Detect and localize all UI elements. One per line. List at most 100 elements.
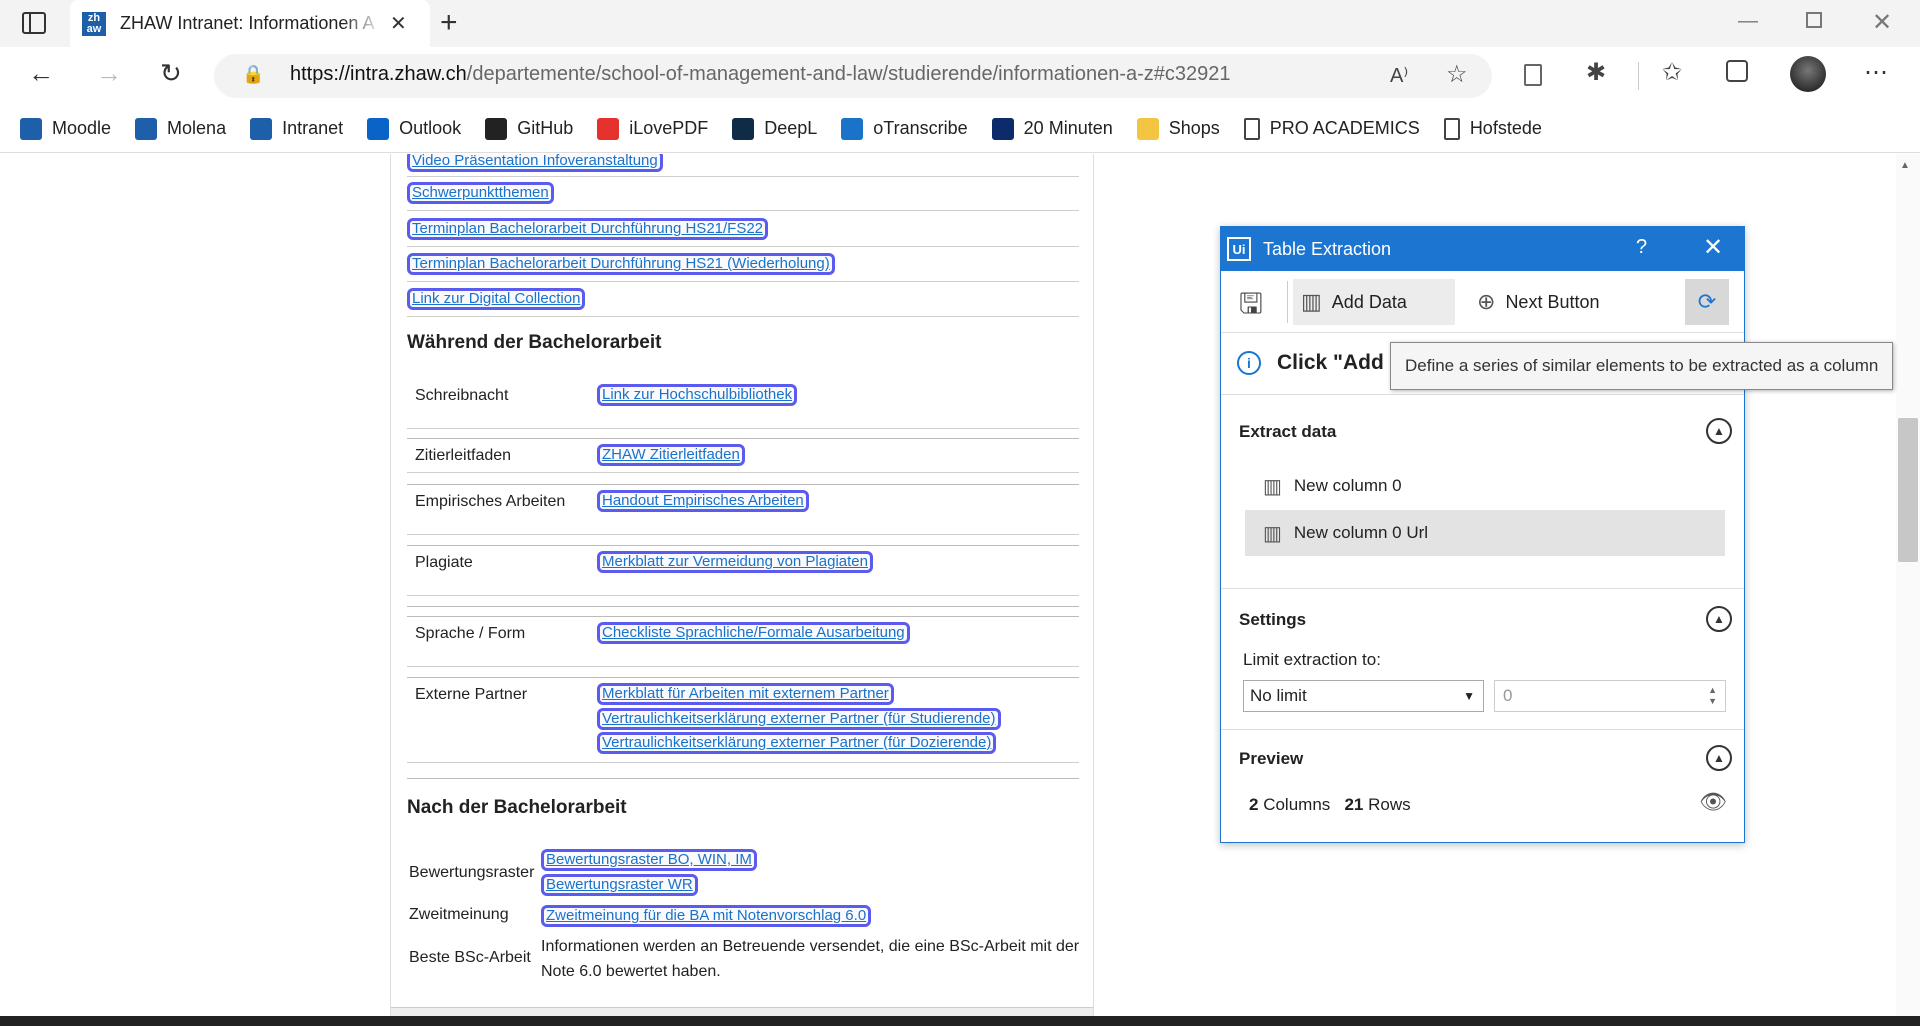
link-schwerpunktthemen[interactable]: Schwerpunktthemen — [407, 182, 554, 204]
url-host: https://intra.zhaw.ch — [290, 63, 467, 85]
bookmark-intranet[interactable]: Intranet — [250, 117, 343, 140]
section-divider — [1221, 729, 1744, 730]
bookmark-shops[interactable]: Shops — [1136, 117, 1220, 140]
save-icon[interactable]: 🖫 — [1239, 283, 1263, 331]
more-menu-icon[interactable]: ⋯ — [1864, 58, 1888, 87]
limit-number-input[interactable]: 0 ▲ ▼ — [1494, 680, 1726, 712]
collapse-settings-icon[interactable]: ▲ — [1706, 606, 1732, 632]
correlate-icon: ⟳ — [1697, 289, 1717, 314]
tab-close-icon[interactable]: ✕ — [390, 11, 407, 36]
bookmark-github[interactable]: GitHub — [485, 117, 574, 140]
next-button-button[interactable]: ⊕ Next Button — [1473, 279, 1623, 325]
lock-icon[interactable]: 🔒 — [242, 64, 264, 85]
column-label: New column 0 — [1293, 476, 1402, 495]
link-merkblatt-plagiate[interactable]: Merkblatt zur Vermeidung von Plagiaten — [597, 551, 873, 573]
preview-rows-count: 21 — [1344, 795, 1364, 814]
add-data-button[interactable]: ▥ Add Data — [1293, 279, 1455, 325]
row-label-schreibnacht: Schreibnacht — [415, 387, 509, 404]
bookmark-pro-academics[interactable]: PRO ACADEMICS — [1243, 117, 1420, 140]
refresh-icon[interactable]: ↻ — [160, 58, 182, 89]
link-terminplan-hs21-fs22[interactable]: Terminplan Bachelorarbeit Durchführung H… — [407, 218, 769, 240]
correlate-button[interactable]: ⟳ — [1685, 279, 1729, 325]
extract-data-header: Extract data — [1239, 422, 1337, 441]
bookmark-label: Shops — [1168, 118, 1220, 138]
collapse-preview-icon[interactable]: ▲ — [1706, 745, 1732, 771]
taskbar-edge — [0, 1016, 1920, 1026]
limit-select[interactable]: No limit ▼ — [1243, 680, 1484, 712]
link-zitierleitfaden[interactable]: ZHAW Zitierleitfaden — [597, 444, 745, 466]
panel-title: Table Extraction — [1263, 238, 1392, 259]
forward-icon[interactable]: → — [96, 58, 122, 89]
next-button-label: Next Button — [1505, 291, 1600, 312]
bookmark-molena[interactable]: Molena — [135, 117, 226, 140]
bookmark-hofstede[interactable]: Hofstede — [1443, 117, 1542, 140]
close-window-icon[interactable]: ✕ — [1872, 8, 1892, 37]
bookmark-outlook[interactable]: Outlook — [367, 117, 462, 140]
restore-icon[interactable] — [1806, 12, 1822, 28]
column-item[interactable]: ▥ New column 0 — [1245, 463, 1725, 509]
link-terminplan-wiederholung[interactable]: Terminplan Bachelorarbeit Durchführung H… — [407, 253, 835, 275]
divider — [407, 246, 1079, 247]
panel-close-icon[interactable]: ✕ — [1703, 233, 1723, 262]
link-hochschulbibliothek[interactable]: Link zur Hochschulbibliothek — [597, 384, 798, 406]
page-scrollbar[interactable] — [1896, 154, 1920, 1016]
link-vertraulichkeit-studierende[interactable]: Vertraulichkeitserklärung externer Partn… — [597, 708, 1001, 730]
link-vertraulichkeit-dozierende[interactable]: Vertraulichkeitserklärung externer Partn… — [597, 732, 997, 754]
minimize-icon[interactable]: — — [1738, 10, 1758, 33]
collections-icon[interactable] — [1726, 60, 1748, 82]
read-aloud-icon[interactable]: A⁾ — [1390, 63, 1408, 88]
url-text[interactable]: https://intra.zhaw.ch/departemente/schoo… — [290, 63, 1231, 86]
deepl-icon — [732, 117, 755, 140]
bookmark-deepl[interactable]: DeepL — [732, 117, 817, 140]
tab-zhaw-intranet[interactable]: zh aw ZHAW Intranet: Informationen A ✕ — [70, 0, 430, 47]
new-tab-icon[interactable]: + — [440, 6, 458, 40]
scroll-up-icon[interactable]: ▲ — [1900, 160, 1910, 171]
settings-header: Settings — [1239, 610, 1307, 629]
divider — [407, 438, 1079, 439]
row-label-beste-bsc: Beste BSc-Arbeit — [409, 949, 531, 966]
extensions-icon[interactable]: ✱ — [1586, 58, 1606, 87]
divider — [407, 778, 1079, 779]
scrollbar-thumb[interactable] — [1898, 418, 1918, 562]
heading-waehrend: Während der Bachelorarbeit — [407, 332, 662, 353]
tab-actions-icon[interactable] — [22, 12, 46, 34]
spinner-arrows-icon[interactable]: ▲ ▼ — [1708, 685, 1717, 707]
zhaw-icon — [250, 117, 273, 140]
profile-avatar[interactable] — [1790, 56, 1826, 92]
link-zweitmeinung[interactable]: Zweitmeinung für die BA mit Notenvorschl… — [541, 905, 872, 927]
link-handout-empirisches[interactable]: Handout Empirisches Arbeiten — [597, 490, 809, 512]
url-path: /departemente/school-of-management-and-l… — [466, 63, 1231, 85]
link-checkliste-sprache[interactable]: Checkliste Sprachliche/Formale Ausarbeit… — [597, 622, 910, 644]
link-bewertungsraster-bo[interactable]: Bewertungsraster BO, WIN, IM — [541, 849, 757, 871]
back-icon[interactable]: ← — [28, 58, 54, 89]
link-digital-collection[interactable]: Link zur Digital Collection — [407, 288, 586, 310]
bookmark-label: Moodle — [52, 118, 112, 138]
heading-nach: Nach der Bachelorarbeit — [407, 797, 627, 818]
column-icon: ▥ — [1263, 522, 1282, 545]
bookmark-20-minuten[interactable]: 20 Minuten — [991, 117, 1113, 140]
help-icon[interactable]: ? — [1636, 236, 1647, 259]
link-merkblatt-externer-partner[interactable]: Merkblatt für Arbeiten mit externem Part… — [597, 683, 894, 705]
column-item-selected[interactable]: ▥ New column 0 Url — [1245, 510, 1725, 556]
link-video-praesentation[interactable]: Video Präsentation Infoveranstaltung — [407, 154, 663, 172]
column-label: New column 0 Url — [1293, 523, 1429, 542]
twenty-min-icon — [991, 117, 1014, 140]
favorites-icon[interactable]: ✩ — [1662, 58, 1682, 87]
reading-view-icon[interactable] — [1524, 64, 1542, 86]
link-bewertungsraster-wr[interactable]: Bewertungsraster WR — [541, 874, 698, 896]
column-icon: ▥ — [1263, 475, 1282, 498]
beste-bsc-text: Informationen werden an Betreuende verse… — [541, 938, 1080, 980]
preview-eye-icon[interactable]: 👁 — [1699, 789, 1727, 815]
add-favorite-icon[interactable]: ☆ — [1446, 60, 1468, 89]
preview-columns-label: Columns — [1263, 795, 1331, 814]
bookmark-label: PRO ACADEMICS — [1269, 118, 1420, 138]
zhaw-icon — [135, 117, 158, 140]
bookmark-label: GitHub — [517, 118, 574, 138]
bookmark-label: oTranscribe — [873, 118, 968, 138]
collapse-extract-icon[interactable]: ▲ — [1706, 418, 1732, 444]
tab-title: ZHAW Intranet: Informationen A — [120, 13, 375, 33]
bookmark-ilovepdf[interactable]: iLovePDF — [597, 117, 708, 140]
bookmark-otranscribe[interactable]: oTranscribe — [841, 117, 968, 140]
bookmark-label: Outlook — [399, 118, 462, 138]
bookmark-moodle[interactable]: Moodle — [20, 117, 112, 140]
